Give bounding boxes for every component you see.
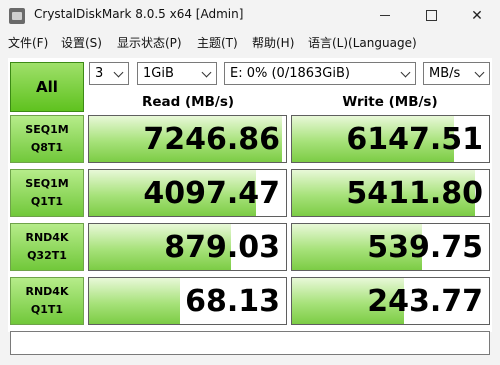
read-result-cell: 7246.86 (88, 115, 287, 163)
test-button-seq1m-q1t1[interactable]: SEQ1M Q1T1 (10, 169, 84, 217)
read-speed-value: 7246.86 (143, 122, 280, 157)
maximize-icon (425, 10, 437, 21)
chevron-down-icon (201, 67, 212, 78)
test-queue-label: Q1T1 (30, 303, 64, 316)
test-type-label: SEQ1M (25, 123, 69, 136)
read-speed-bar (89, 278, 180, 324)
test-type-label: RND4K (25, 231, 69, 244)
test-size-value: 1GiB (143, 66, 174, 81)
read-speed-value: 68.13 (185, 284, 280, 319)
write-result-cell: 5411.80 (291, 169, 490, 217)
chevron-down-icon (113, 67, 124, 78)
write-speed-value: 6147.51 (346, 122, 483, 157)
read-result-cell: 879.03 (88, 223, 287, 271)
test-button-seq1m-q8t1[interactable]: SEQ1M Q8T1 (10, 115, 84, 163)
menu-bar: 文件(F) 设置(S) 显示状态(P) 主题(T) 帮助(H) 语言(L)(La… (0, 31, 500, 53)
test-size-select[interactable]: 1GiB (137, 62, 217, 85)
all-button[interactable]: All (10, 62, 84, 112)
read-header: Read (MB/s) (141, 94, 235, 110)
read-speed-value: 4097.47 (143, 176, 280, 211)
write-speed-value: 5411.80 (346, 176, 483, 211)
test-queue-label: Q32T1 (27, 249, 67, 262)
minimize-button[interactable] (362, 0, 408, 31)
test-type-label: SEQ1M (25, 177, 69, 190)
window-title: CrystalDiskMark 8.0.5 x64 [Admin] (34, 7, 244, 21)
minimize-icon (380, 15, 390, 16)
chevron-down-icon (474, 67, 485, 78)
read-result-cell: 68.13 (88, 277, 287, 325)
write-header: Write (MB/s) (342, 94, 438, 110)
unit-value: MB/s (429, 66, 461, 81)
app-disk-icon (9, 8, 25, 24)
test-button-rnd4k-q32t1[interactable]: RND4K Q32T1 (10, 223, 84, 271)
test-button-rnd4k-q1t1[interactable]: RND4K Q1T1 (10, 277, 84, 325)
write-result-cell: 6147.51 (291, 115, 490, 163)
title-bar: CrystalDiskMark 8.0.5 x64 [Admin] ✕ (0, 0, 500, 31)
write-speed-value: 539.75 (367, 230, 483, 265)
write-result-cell: 539.75 (291, 223, 490, 271)
write-speed-value: 243.77 (367, 284, 483, 319)
read-result-cell: 4097.47 (88, 169, 287, 217)
menu-help[interactable]: 帮助(H) (252, 34, 294, 51)
drive-select[interactable]: E: 0% (0/1863GiB) (224, 62, 416, 85)
unit-select[interactable]: MB/s (423, 62, 490, 85)
drive-value: E: 0% (0/1863GiB) (230, 66, 350, 81)
test-queue-label: Q1T1 (30, 195, 64, 208)
test-count-select[interactable]: 3 (89, 62, 129, 85)
comment-field[interactable] (10, 331, 490, 355)
menu-theme[interactable]: 主题(T) (197, 34, 238, 51)
menu-settings[interactable]: 设置(S) (61, 34, 102, 51)
menu-file[interactable]: 文件(F) (8, 34, 48, 51)
chevron-down-icon (400, 67, 411, 78)
write-result-cell: 243.77 (291, 277, 490, 325)
test-queue-label: Q8T1 (30, 141, 64, 154)
test-type-label: RND4K (25, 285, 69, 298)
menu-profile[interactable]: 显示状态(P) (117, 34, 182, 51)
close-button[interactable]: ✕ (454, 0, 500, 31)
read-speed-value: 879.03 (164, 230, 280, 265)
maximize-button[interactable] (408, 0, 454, 31)
test-count-value: 3 (95, 66, 104, 81)
menu-language[interactable]: 语言(L)(Language) (308, 34, 417, 51)
